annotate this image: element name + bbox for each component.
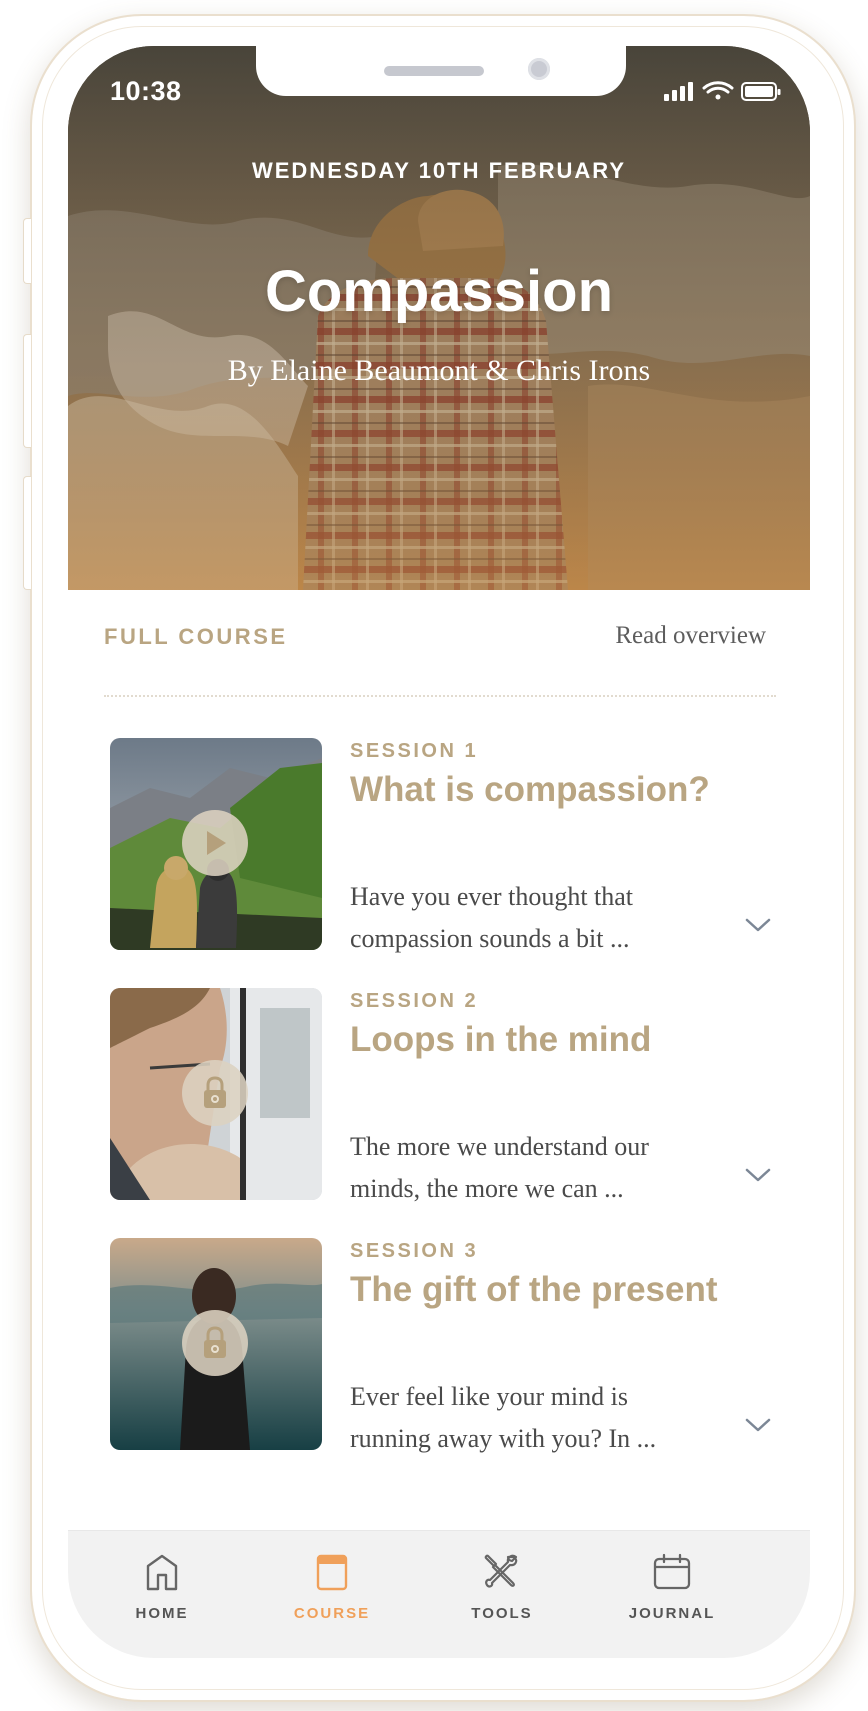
session-number: SESSION 3 — [350, 1240, 479, 1262]
course-title: Compassion — [264, 259, 614, 324]
tab-label: HOME — [135, 1605, 189, 1622]
tab-tools[interactable]: TOOLS — [432, 1549, 572, 1622]
app-screen: 10:38 WEDNESDAY 10TH FEBRUARY Compassion… — [68, 46, 810, 1658]
session-description-line: The more we understand our — [350, 1132, 649, 1161]
tab-label: JOURNAL — [628, 1605, 716, 1622]
speaker-grille — [384, 66, 484, 76]
play-icon — [207, 831, 226, 855]
read-overview-link[interactable]: Read overview — [615, 622, 766, 650]
lock-icon — [204, 1076, 226, 1108]
session-number: SESSION 1 — [350, 740, 479, 762]
tools-icon — [484, 1554, 518, 1588]
hero-date: WEDNESDAY 10TH FEBRUARY — [251, 158, 627, 183]
front-camera — [528, 58, 550, 80]
locked-badge — [182, 1060, 248, 1126]
tab-course[interactable]: COURSE — [262, 1549, 402, 1622]
section-divider — [104, 695, 776, 697]
home-icon — [146, 1554, 178, 1591]
session-card-2[interactable]: SESSION 2 Loops in the mind The more we … — [68, 988, 810, 1218]
journal-icon — [653, 1553, 691, 1590]
bottom-tab-bar: HOME COURSE TOOLS JOURNAL — [68, 1530, 810, 1658]
battery-icon — [741, 82, 781, 101]
silent-switch — [23, 218, 31, 284]
locked-badge — [182, 1310, 248, 1376]
session-description-line: running away with you? In ... — [350, 1424, 657, 1453]
tab-label: TOOLS — [471, 1605, 533, 1622]
session-title[interactable]: What is compassion? — [350, 770, 710, 810]
session-title[interactable]: Loops in the mind — [350, 1020, 651, 1060]
session-title[interactable]: The gift of the present — [350, 1270, 718, 1310]
signal-icon — [664, 82, 693, 101]
session-description-line: compassion sounds a bit ... — [350, 924, 630, 953]
course-authors: By Elaine Beaumont & Chris Irons — [227, 354, 651, 387]
session-3-thumbnail[interactable] — [110, 1238, 322, 1450]
chevron-down-icon[interactable] — [744, 1166, 772, 1184]
chevron-down-icon[interactable] — [744, 916, 772, 934]
session-description: The more we understand our minds, the mo… — [350, 1126, 730, 1210]
tab-journal[interactable]: JOURNAL — [602, 1549, 742, 1622]
session-description: Ever feel like your mind is running away… — [350, 1376, 730, 1460]
session-card-1[interactable]: SESSION 1 What is compassion? Have you e… — [68, 738, 810, 968]
status-icons — [662, 80, 782, 107]
session-description-line: minds, the more we can ... — [350, 1174, 624, 1203]
session-number: SESSION 2 — [350, 990, 479, 1012]
lock-icon — [204, 1326, 226, 1358]
hero-banner: 10:38 WEDNESDAY 10TH FEBRUARY Compassion… — [68, 46, 810, 590]
course-icon — [316, 1554, 348, 1591]
full-course-label: FULL COURSE — [104, 624, 288, 649]
session-description: Have you ever thought that compassion so… — [350, 876, 730, 960]
session-description-line: Have you ever thought that — [350, 882, 634, 911]
tab-label: COURSE — [293, 1605, 371, 1622]
status-time: 10:38 — [110, 76, 182, 106]
volume-down-button — [23, 476, 31, 590]
volume-up-button — [23, 334, 31, 448]
session-2-thumbnail[interactable] — [110, 988, 322, 1200]
wifi-icon — [702, 81, 734, 100]
session-description-line: Ever feel like your mind is — [350, 1382, 628, 1411]
play-button[interactable] — [182, 810, 248, 876]
session-card-3[interactable]: SESSION 3 The gift of the present Ever f… — [68, 1238, 810, 1468]
chevron-down-icon[interactable] — [744, 1416, 772, 1434]
device-notch — [256, 46, 626, 96]
tab-home[interactable]: HOME — [92, 1549, 232, 1622]
session-1-thumbnail[interactable] — [110, 738, 322, 950]
